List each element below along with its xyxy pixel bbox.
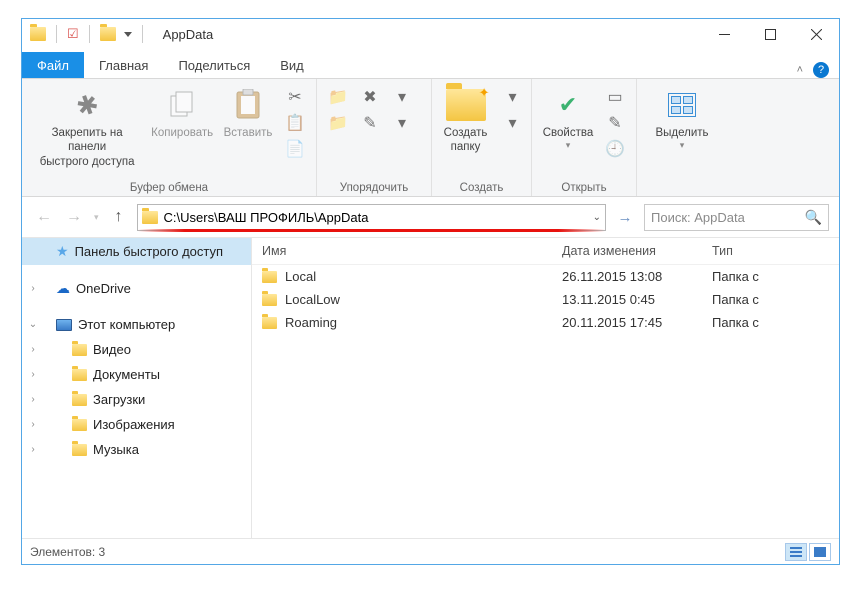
sidebar-pictures[interactable]: ›Изображения (22, 412, 251, 437)
address-bar[interactable]: C:\Users\ВАШ ПРОФИЛЬ\AppData ⌄ (137, 204, 606, 231)
history-icon[interactable]: 🕘 (604, 139, 626, 159)
folder-icon (72, 419, 87, 431)
cloud-icon: ☁ (56, 280, 70, 297)
minimize-button[interactable] (701, 19, 747, 49)
qat-folder-icon[interactable] (100, 27, 116, 41)
table-row[interactable]: Local 26.11.2015 13:08 Папка с (252, 265, 839, 288)
details-view-button[interactable] (785, 543, 807, 561)
status-bar: Элементов: 3 (22, 538, 839, 564)
col-date[interactable]: Дата изменения (562, 244, 712, 258)
sidebar-onedrive[interactable]: ›☁OneDrive (22, 275, 251, 302)
cut-icon[interactable]: ✂ (284, 87, 306, 107)
move-to-icon[interactable]: 📁 (327, 87, 349, 107)
address-text: C:\Users\ВАШ ПРОФИЛЬ\AppData (164, 210, 369, 225)
sidebar-videos[interactable]: ›Видео (22, 337, 251, 362)
paste-icon (234, 89, 262, 121)
properties-button[interactable]: ✔ Свойства ▾ (538, 83, 598, 156)
folder-icon (262, 294, 277, 306)
sidebar-music[interactable]: ›Музыка (22, 437, 251, 462)
history-dropdown-icon[interactable]: ▾ (94, 212, 99, 223)
group-organize-label: Упорядочить (323, 180, 425, 194)
copy-to-icon[interactable]: 📁 (327, 113, 349, 133)
folder-icon (72, 369, 87, 381)
pc-icon (56, 319, 72, 331)
annotation-underline (138, 229, 605, 232)
copy-icon (167, 90, 197, 120)
paste-button[interactable]: Вставить (218, 83, 278, 144)
status-text: Элементов: 3 (30, 545, 105, 559)
explorer-window: ☑ AppData Файл Главная Поделиться Вид ˄ … (21, 18, 840, 565)
window-title: AppData (163, 27, 214, 42)
sidebar-downloads[interactable]: ›Загрузки (22, 387, 251, 412)
tab-view[interactable]: Вид (265, 52, 319, 78)
tab-file[interactable]: Файл (22, 52, 84, 78)
address-dropdown-icon[interactable]: ⌄ (593, 212, 601, 223)
navigation-pane[interactable]: ★Панель быстрого доступ ›☁OneDrive ⌄Этот… (22, 238, 252, 538)
sidebar-quick-access[interactable]: ★Панель быстрого доступ (22, 238, 251, 265)
select-all-icon (668, 93, 696, 117)
back-button[interactable]: ← (32, 205, 56, 229)
folder-icon (30, 27, 46, 41)
help-icon[interactable]: ? (813, 62, 829, 78)
col-type[interactable]: Тип (712, 244, 829, 258)
group-select-label (643, 192, 721, 194)
qat-properties-icon[interactable]: ☑ (67, 26, 79, 42)
table-row[interactable]: LocalLow 13.11.2015 0:45 Папка с (252, 288, 839, 311)
close-button[interactable] (793, 19, 839, 49)
refresh-button[interactable]: → (614, 206, 636, 228)
new-folder-button[interactable]: Создать папку (436, 83, 496, 159)
copy-path-icon[interactable]: 📋 (284, 113, 306, 133)
folder-icon (262, 271, 277, 283)
pin-quick-access-button[interactable]: ✱ Закрепить на панели быстрого доступа (28, 83, 146, 173)
pin-icon: ✱ (68, 86, 106, 125)
copy-button[interactable]: Копировать (148, 83, 216, 144)
new-item-icon[interactable]: ▾ (502, 87, 524, 107)
group-new-label: Создать (438, 180, 525, 194)
delete-icon[interactable]: ✖ (359, 87, 381, 107)
ribbon-tabs: Файл Главная Поделиться Вид ˄ ? (22, 49, 839, 79)
group-open-label: Открыть (538, 180, 630, 194)
address-bar-row: ← → ▾ ↑ C:\Users\ВАШ ПРОФИЛЬ\AppData ⌄ →… (22, 197, 839, 237)
search-icon: 🔍 (805, 209, 822, 226)
star-icon: ★ (56, 243, 69, 260)
folder-icon (72, 394, 87, 406)
up-button[interactable]: ↑ (107, 205, 131, 229)
content-area: ★Панель быстрого доступ ›☁OneDrive ⌄Этот… (22, 237, 839, 538)
qat-dropdown-icon[interactable] (124, 32, 132, 37)
new-folder-icon (446, 89, 486, 121)
paste-shortcut-icon[interactable]: 📄 (284, 139, 306, 159)
title-bar: ☑ AppData (22, 19, 839, 49)
tab-share[interactable]: Поделиться (163, 52, 265, 78)
edit-icon[interactable]: ✎ (604, 113, 626, 133)
rename-icon[interactable]: ✎ (359, 113, 381, 133)
address-folder-icon (142, 211, 158, 224)
file-rows: Local 26.11.2015 13:08 Папка с LocalLow … (252, 265, 839, 538)
select-button[interactable]: Выделить ▾ (649, 83, 714, 156)
folder-icon (72, 344, 87, 356)
col-name[interactable]: Имя (262, 244, 562, 258)
sidebar-this-pc[interactable]: ⌄Этот компьютер (22, 312, 251, 337)
easy-access-icon[interactable]: ▾ (502, 113, 524, 133)
group-clipboard-label: Буфер обмена (28, 180, 310, 194)
open-icon[interactable]: ▭ (604, 87, 626, 107)
maximize-button[interactable] (747, 19, 793, 49)
ribbon: ✱ Закрепить на панели быстрого доступа К… (22, 79, 839, 197)
file-list-area: Имя Дата изменения Тип Local 26.11.2015 … (252, 238, 839, 538)
collapse-ribbon-icon[interactable]: ˄ (797, 64, 803, 76)
folder-icon (262, 317, 277, 329)
forward-button[interactable]: → (62, 205, 86, 229)
tab-home[interactable]: Главная (84, 52, 163, 78)
folder-icon (72, 444, 87, 456)
table-row[interactable]: Roaming 20.11.2015 17:45 Папка с (252, 311, 839, 334)
checkmark-icon: ✔ (554, 94, 582, 116)
thumbnails-view-button[interactable] (809, 543, 831, 561)
organize-more-1[interactable]: ▾ (391, 87, 413, 107)
search-placeholder: Поиск: AppData (651, 210, 745, 225)
search-input[interactable]: Поиск: AppData 🔍 (644, 204, 829, 231)
sidebar-documents[interactable]: ›Документы (22, 362, 251, 387)
organize-more-2[interactable]: ▾ (391, 113, 413, 133)
column-headers[interactable]: Имя Дата изменения Тип (252, 238, 839, 265)
